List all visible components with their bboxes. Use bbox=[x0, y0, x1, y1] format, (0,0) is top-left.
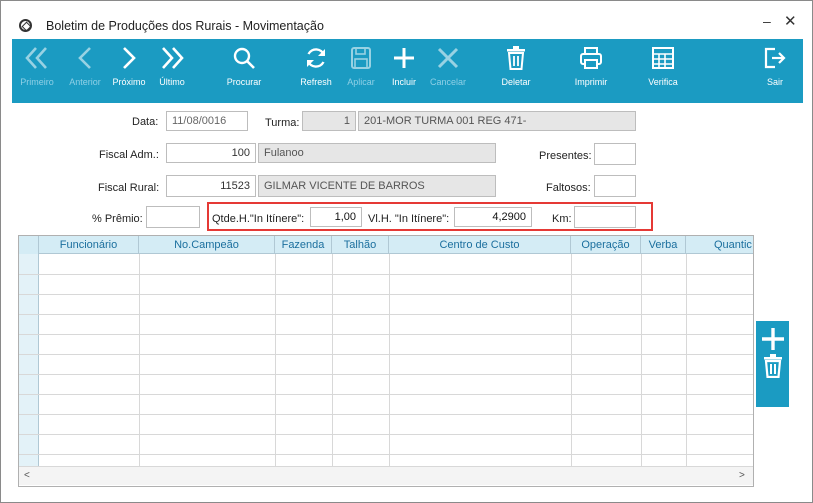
col-header-funcionario[interactable]: Funcionário bbox=[39, 236, 139, 254]
fiscal-rural-label: Fiscal Rural: bbox=[98, 182, 160, 194]
col-header-quantidade[interactable]: Quantic bbox=[686, 236, 753, 254]
turma-label: Turma: bbox=[265, 117, 300, 129]
apply-button[interactable]: Aplicar bbox=[343, 39, 379, 103]
double-chevron-left-icon bbox=[25, 47, 47, 69]
verify-label: Verifica bbox=[648, 77, 678, 87]
employees-grid[interactable]: Funcionário No.Campeão Fazenda Talhão Ce… bbox=[18, 235, 754, 487]
data-input[interactable]: 11/08/0016 bbox=[166, 111, 248, 131]
col-header-talhao[interactable]: Talhão bbox=[332, 236, 389, 254]
title-bar: Boletim de Produções dos Rurais - Movime… bbox=[1, 1, 812, 39]
col-header-centro-de-custo[interactable]: Centro de Custo bbox=[389, 236, 571, 254]
exit-button[interactable]: Sair bbox=[757, 39, 793, 103]
window-title: Boletim de Produções dos Rurais - Movime… bbox=[46, 19, 324, 33]
in-itinere-highlight-box bbox=[207, 202, 653, 231]
first-button[interactable]: Primeiro bbox=[17, 39, 57, 103]
print-button[interactable]: Imprimir bbox=[573, 39, 609, 103]
refresh-button[interactable]: Refresh bbox=[298, 39, 334, 103]
double-chevron-right-icon bbox=[162, 47, 184, 69]
fiscal-adm-name: Fulanoo bbox=[258, 143, 496, 163]
calculator-grid-icon bbox=[652, 47, 674, 69]
delete-button[interactable]: Deletar bbox=[498, 39, 534, 103]
table-row[interactable] bbox=[19, 454, 753, 455]
print-label: Imprimir bbox=[574, 77, 608, 87]
table-row[interactable] bbox=[19, 274, 753, 275]
search-label: Procurar bbox=[226, 77, 262, 87]
horizontal-scrollbar[interactable]: < > bbox=[19, 466, 753, 485]
scroll-right-arrow-icon[interactable]: > bbox=[739, 470, 745, 481]
minimize-button[interactable]: – bbox=[763, 13, 771, 29]
form-area: Data: 11/08/0016 Turma: 1 201-MOR TURMA … bbox=[12, 103, 803, 492]
table-row[interactable] bbox=[19, 294, 753, 295]
cancel-label: Cancelar bbox=[429, 77, 467, 87]
table-row[interactable] bbox=[19, 434, 753, 435]
table-row[interactable] bbox=[19, 414, 753, 415]
printer-icon bbox=[580, 47, 602, 69]
exit-icon bbox=[764, 47, 786, 69]
next-button[interactable]: Próximo bbox=[111, 39, 147, 103]
premio-label: % Prêmio: bbox=[92, 213, 143, 225]
main-window: Boletim de Produções dos Rurais - Movime… bbox=[0, 0, 813, 503]
col-header-verba[interactable]: Verba bbox=[641, 236, 686, 254]
col-header-no-campeao[interactable]: No.Campeão bbox=[139, 236, 275, 254]
grid-corner-header bbox=[19, 236, 39, 254]
turma-description: 201-MOR TURMA 001 REG 471- bbox=[358, 111, 636, 131]
search-icon bbox=[233, 47, 255, 69]
fiscal-adm-code-input[interactable]: 100 bbox=[166, 143, 256, 163]
add-row-plus-icon[interactable] bbox=[761, 327, 785, 351]
scroll-left-arrow-icon[interactable]: < bbox=[24, 470, 30, 481]
include-button[interactable]: Incluir bbox=[386, 39, 422, 103]
exit-label: Sair bbox=[766, 77, 783, 87]
cancel-button[interactable]: Cancelar bbox=[430, 39, 466, 103]
verify-button[interactable]: Verifica bbox=[645, 39, 681, 103]
delete-row-trash-icon[interactable] bbox=[762, 354, 784, 378]
faltosos-label: Faltosos: bbox=[546, 182, 591, 194]
data-label: Data: bbox=[132, 116, 159, 128]
app-logo-icon bbox=[19, 19, 32, 32]
delete-label: Deletar bbox=[501, 77, 531, 87]
chevron-left-icon bbox=[78, 47, 91, 69]
faltosos-input[interactable] bbox=[594, 175, 636, 197]
fiscal-rural-name: GILMAR VICENTE DE BARROS bbox=[258, 175, 496, 197]
table-row[interactable] bbox=[19, 334, 753, 335]
premio-input[interactable] bbox=[146, 206, 200, 228]
last-button[interactable]: Último bbox=[154, 39, 190, 103]
previous-button[interactable]: Anterior bbox=[67, 39, 103, 103]
presentes-label: Presentes: bbox=[539, 150, 592, 162]
refresh-icon bbox=[306, 48, 326, 68]
plus-icon bbox=[394, 48, 414, 68]
search-button[interactable]: Procurar bbox=[226, 39, 262, 103]
fiscal-rural-code-input[interactable]: 11523 bbox=[166, 175, 256, 197]
table-row[interactable] bbox=[19, 314, 753, 315]
presentes-input[interactable] bbox=[594, 143, 636, 165]
last-label: Último bbox=[159, 77, 185, 87]
col-header-fazenda[interactable]: Fazenda bbox=[275, 236, 332, 254]
fiscal-adm-label: Fiscal Adm.: bbox=[99, 149, 159, 161]
toolbar: Primeiro Anterior Próximo Último Procura… bbox=[12, 39, 803, 103]
close-button[interactable]: ✕ bbox=[784, 12, 797, 30]
chevron-right-icon bbox=[123, 47, 136, 69]
table-row[interactable] bbox=[19, 394, 753, 395]
save-icon bbox=[351, 47, 371, 69]
turma-code-input[interactable]: 1 bbox=[302, 111, 356, 131]
trash-icon bbox=[507, 46, 525, 70]
grid-side-actions bbox=[756, 321, 789, 407]
table-row[interactable] bbox=[19, 354, 753, 355]
cancel-x-icon bbox=[437, 47, 459, 69]
col-header-operacao[interactable]: Operação bbox=[571, 236, 641, 254]
table-row[interactable] bbox=[19, 374, 753, 375]
